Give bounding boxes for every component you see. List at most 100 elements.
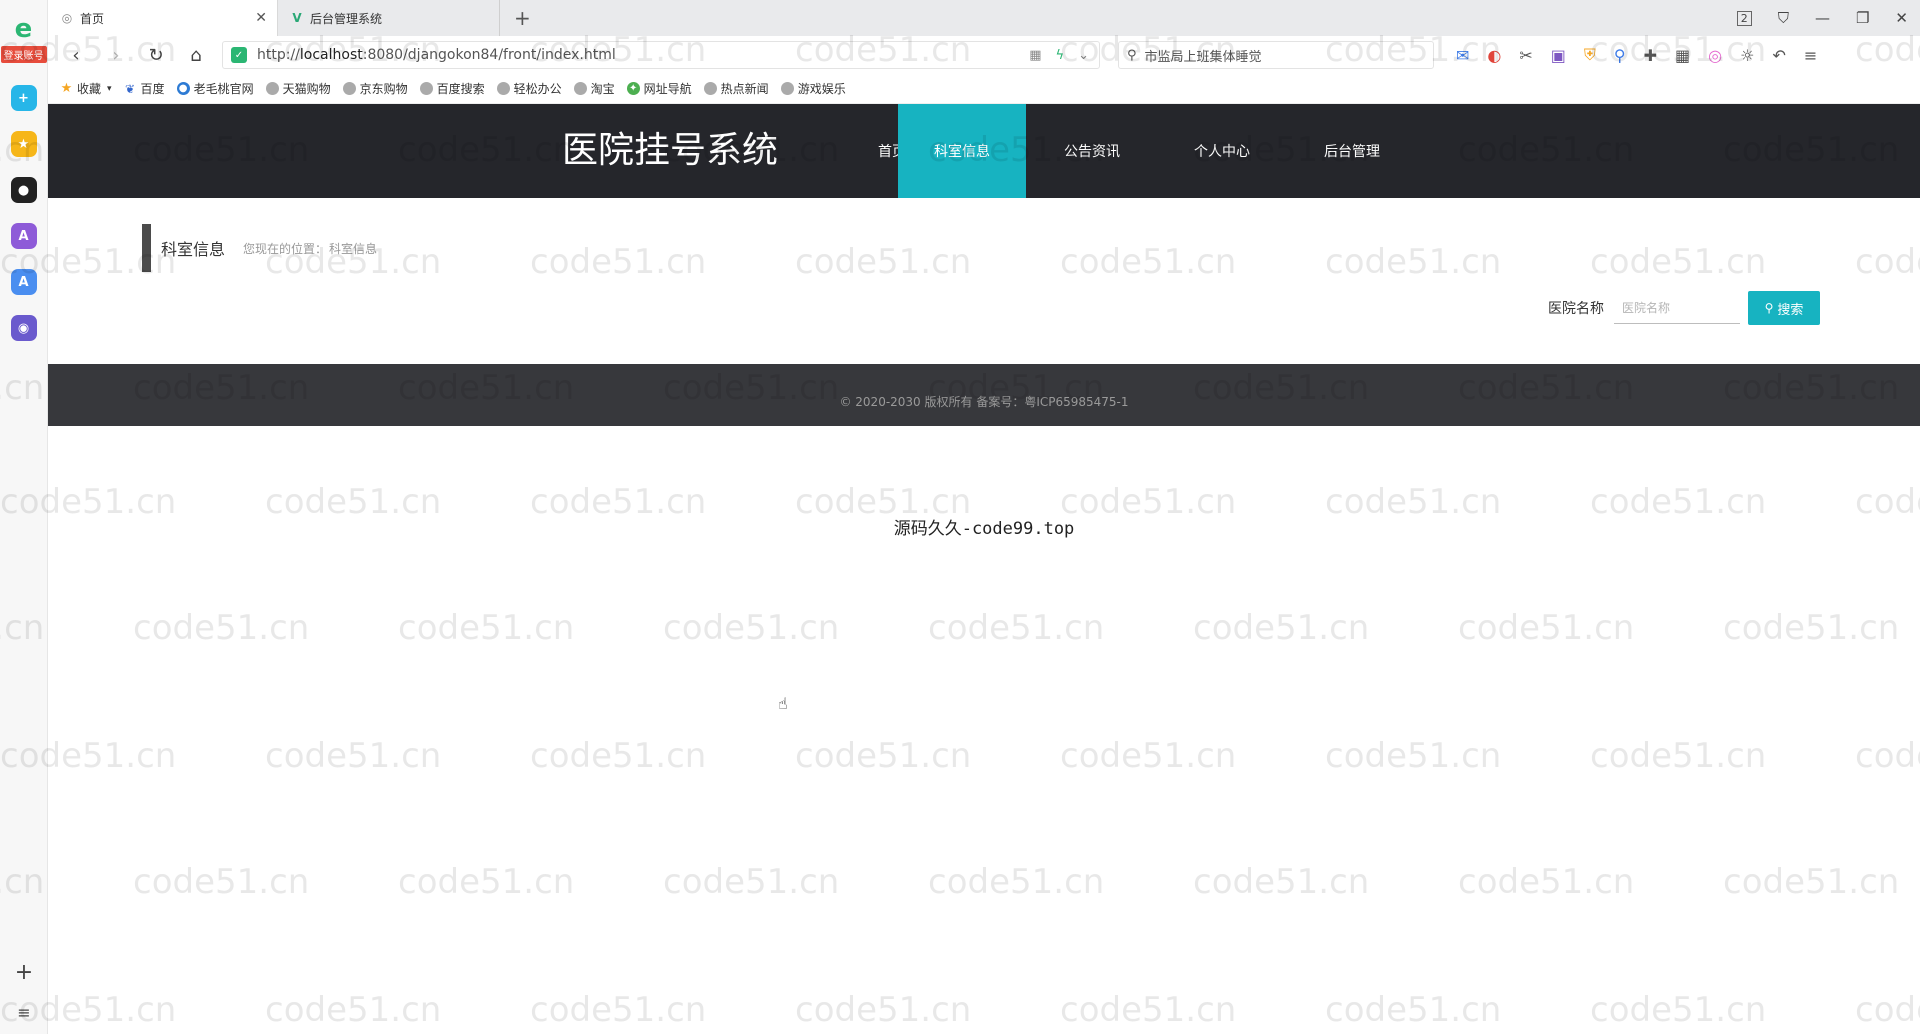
bookmark-label: 老毛桃官网	[193, 82, 254, 96]
bookmark-label: 收藏	[77, 82, 102, 96]
chevron-down-icon[interactable]: ⌄	[1078, 48, 1089, 63]
home-icon[interactable]: ⌂	[184, 45, 208, 66]
tab-count-badge[interactable]: 2	[1736, 10, 1752, 26]
footer-copyright: © 2020-2030 版权所有 备案号：粤ICP65985475-1	[839, 394, 1129, 409]
add-app-icon[interactable]: +	[15, 962, 33, 984]
menu-list-icon[interactable]: ≡	[17, 1002, 30, 1024]
bookmark-label: 淘宝	[590, 82, 615, 96]
back-icon[interactable]: ‹	[64, 45, 88, 66]
weibo-icon[interactable]: ◐	[1487, 46, 1501, 65]
apps-grid-icon[interactable]: ▦	[1675, 46, 1690, 65]
login-account-badge[interactable]: 登录账号	[0, 46, 47, 63]
site-title: 医院挂号系统	[562, 130, 779, 171]
globe-icon	[703, 82, 717, 95]
bookmark-item[interactable]: 天猫购物	[265, 80, 331, 97]
star-icon: ★	[60, 81, 73, 96]
baidu-icon: ❦	[125, 81, 136, 96]
bookmark-item[interactable]: 游戏娱乐	[780, 80, 846, 97]
tab-title: 后台管理系统	[310, 11, 383, 26]
tab-admin[interactable]: V 后台管理系统	[278, 0, 500, 36]
restore-icon[interactable]: ❐	[1856, 9, 1869, 27]
search-button[interactable]: ⚲ 搜索	[1748, 291, 1820, 325]
hospital-name-label: 医院名称	[1548, 301, 1604, 317]
ai-assistant-icon[interactable]: A	[10, 269, 37, 295]
search-icon: ⚲	[1764, 301, 1774, 315]
star-app-icon[interactable]: ★	[10, 131, 37, 157]
undo-icon[interactable]: ↶	[1772, 46, 1785, 65]
globe-icon	[780, 82, 794, 95]
tab-home[interactable]: ◎ 首页 ✕	[48, 0, 278, 36]
bookmark-item[interactable]: 淘宝	[573, 80, 615, 97]
globe-icon	[496, 82, 510, 95]
globe-icon: ●	[176, 82, 190, 95]
url-prefix: http://	[257, 47, 300, 63]
compass-icon: ✦	[626, 82, 640, 95]
bookmark-item[interactable]: 京东购物	[342, 80, 408, 97]
nav-admin[interactable]: 后台管理	[1288, 104, 1416, 198]
bookmark-label: 轻松办公	[513, 82, 562, 96]
plus-app-icon[interactable]: +	[10, 85, 37, 111]
ai-app-icon[interactable]: A	[10, 223, 37, 249]
browser-logo-icon[interactable]: e	[9, 14, 39, 44]
game-app-icon[interactable]: ●	[10, 177, 37, 203]
bot-app-icon[interactable]: ◉	[10, 315, 37, 341]
forward-icon[interactable]: ›	[104, 45, 128, 66]
url-field[interactable]: ✓ http://localhost:8080/djangokon84/fron…	[222, 41, 1100, 69]
close-tab-icon[interactable]: ✕	[255, 10, 267, 26]
bookmark-label: 百度搜索	[436, 82, 485, 96]
address-bar: ‹ › ↻ ⌂ ✓ http://localhost:8080/djangoko…	[48, 36, 1920, 74]
lightning-icon[interactable]: ϟ	[1056, 48, 1065, 63]
extension-icon[interactable]: ✚	[1644, 46, 1657, 65]
globe-icon	[419, 82, 433, 95]
color-wheel-icon[interactable]: ◎	[1708, 46, 1722, 65]
browser-search-field[interactable]: ⚲ 市监局上班集体睡觉	[1118, 41, 1434, 69]
bookmark-item[interactable]: 热点新闻	[703, 80, 769, 97]
breadcrumb: 您现在的位置： 科室信息	[243, 240, 377, 257]
qr-code-icon[interactable]: ▦	[1029, 48, 1041, 63]
bookmark-item[interactable]: ● 老毛桃官网	[176, 80, 254, 97]
bookmark-item[interactable]: 轻松办公	[496, 80, 562, 97]
globe-icon	[573, 82, 587, 95]
browser-toolbar: ✉ ◐ ✂ ▣ ⛨ ⚲ ✚ ▦ ◎ ☼ ↶ ≡	[1456, 45, 1817, 65]
nav-announcements[interactable]: 公告资讯	[1028, 104, 1156, 198]
nav-personal-center[interactable]: 个人中心	[1158, 104, 1286, 198]
reload-icon[interactable]: ↻	[144, 45, 168, 66]
bookmarks-bar: ★ 收藏 ▾ ❦ 百度 ● 老毛桃官网 天猫购物 京东购物 百度搜索 轻松办公 淘宝…	[48, 74, 1920, 104]
mail-icon[interactable]: ✉	[1456, 46, 1469, 65]
bookmark-label: 京东购物	[359, 82, 408, 96]
url-rest: :8080/djangokon84/front/index.html	[362, 47, 616, 63]
menu-icon[interactable]: ≡	[1804, 46, 1817, 65]
breadcrumb-current[interactable]: 科室信息	[329, 242, 377, 256]
shield-extension-icon[interactable]: ⛨	[1584, 45, 1596, 65]
translate-icon[interactable]: ▣	[1551, 46, 1566, 65]
bookmark-item[interactable]: ✦ 网址导航	[626, 80, 692, 97]
vue-icon: V	[292, 11, 302, 25]
nav-department-info[interactable]: 科室信息	[898, 104, 1026, 198]
site-footer: © 2020-2030 版权所有 备案号：粤ICP65985475-1	[48, 364, 1920, 426]
chevron-down-icon[interactable]: ▾	[107, 84, 112, 94]
shield-icon: ✓	[231, 47, 247, 63]
hand-cursor-icon: ☝	[778, 694, 788, 713]
brightness-icon[interactable]: ☼	[1740, 46, 1754, 65]
section-bar	[142, 224, 151, 272]
hospital-search: 医院名称 ⚲ 搜索	[1548, 290, 1820, 326]
section-title: 科室信息	[161, 240, 226, 259]
source-credit: 源码久久-code99.top	[893, 519, 1075, 539]
search-icon: ⚲	[1127, 47, 1137, 63]
globe-icon	[265, 82, 279, 95]
breadcrumb-label: 您现在的位置：	[243, 241, 328, 256]
bookmark-item[interactable]: ❦ 百度	[124, 80, 165, 97]
url-host: localhost	[299, 47, 363, 63]
bookmark-item[interactable]: ★ 收藏 ▾	[60, 80, 112, 97]
magnifier-icon[interactable]: ⚲	[1614, 46, 1626, 65]
hospital-name-input[interactable]	[1614, 292, 1740, 324]
shirt-icon[interactable]: ⛉	[1778, 9, 1789, 27]
close-window-icon[interactable]: ✕	[1895, 9, 1908, 27]
scissors-icon[interactable]: ✂	[1519, 46, 1532, 65]
section-heading: 科室信息 您现在的位置： 科室信息	[142, 224, 377, 272]
tab-title: 首页	[80, 11, 105, 26]
minimize-icon[interactable]: —	[1815, 9, 1830, 27]
site-header: 医院挂号系统 首页 科室信息 公告资讯 个人中心 后台管理	[48, 104, 1920, 198]
new-tab-icon[interactable]: +	[514, 0, 531, 36]
bookmark-item[interactable]: 百度搜索	[419, 80, 485, 97]
